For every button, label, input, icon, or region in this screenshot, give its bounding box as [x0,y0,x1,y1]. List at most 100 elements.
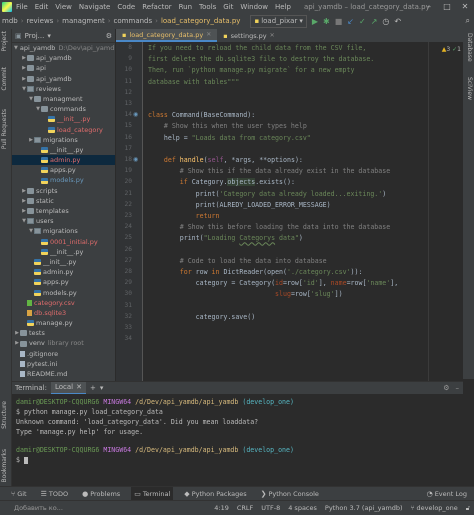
menu-item-run[interactable]: Run [179,3,192,11]
rollback-icon[interactable]: ↶ [394,17,401,26]
chevron-down-icon[interactable]: ▾ [100,384,104,392]
tree-item[interactable]: ▶ migrations [12,135,115,145]
tree-item[interactable]: apps.py [12,277,115,287]
stripe-database[interactable]: Database [466,33,473,62]
tree-item[interactable]: __init__.py [12,114,115,124]
git-branch[interactable]: ⑂ develop_one [411,504,458,512]
code-editor[interactable]: 8 9 10 11 12 13 14 15 16 17 18 19 20 21 22 23 24 25 26 27 28… [116,42,463,381]
tool-window-git[interactable]: ⑂ Git [8,487,30,501]
tool-window-python-packages[interactable]: ◆ Python Packages [181,487,249,501]
tree-item[interactable]: models.py [12,175,115,185]
file-encoding[interactable]: UTF-8 [261,504,280,512]
tree-item[interactable]: load_category [12,125,115,135]
stripe-project[interactable]: Project [1,31,8,52]
search-icon[interactable]: ⌕ [466,16,470,26]
minimize-icon[interactable]: – [420,0,438,13]
menu-item-refactor[interactable]: Refactor [142,3,171,11]
menu-item-help[interactable]: Help [275,3,291,11]
stripe-pull-requests[interactable]: Pull Requests [1,109,8,149]
chevron-down-icon[interactable]: ▾ [47,32,51,40]
cursor-position[interactable]: 4:19 [214,504,229,512]
menu-item-file[interactable]: File [16,3,28,11]
maximize-icon[interactable]: □ [438,0,456,13]
tool-window-python-console[interactable]: ❯ Python Console [258,487,322,501]
tree-item[interactable]: __init__.py [12,247,115,257]
git-commit-icon[interactable]: ✓ [359,17,366,26]
tree-item[interactable]: ▶ scripts [12,186,115,196]
tree-item[interactable]: ▶ api_yamdb [12,74,115,84]
breadcrumb-item[interactable]: reviews [25,17,56,25]
gear-icon[interactable]: ⚙ [443,384,449,392]
close-icon[interactable]: ✕ [270,30,275,42]
breadcrumb-item[interactable]: mdb [0,17,20,25]
minimize-panel-icon[interactable]: – [456,384,460,392]
tool-window-problems[interactable]: ● Problems [79,487,123,501]
tool-window-event-log[interactable]: ◔ Event Log [424,487,470,501]
tree-item[interactable]: db.sqlite3 [12,308,115,318]
debug-icon[interactable]: ✱ [323,17,330,26]
tree-item[interactable]: ▶ api [12,63,115,73]
stop-icon[interactable]: ■ [335,17,343,26]
git-push-icon[interactable]: ↗ [371,17,378,26]
tab-settings[interactable]: ▪ settings.py ✕ [217,30,280,42]
lock-icon[interactable]: 🔓︎ [466,504,470,513]
tree-item[interactable]: manage.py [12,318,115,328]
tree-item[interactable]: ▶ api_yamdb [12,53,115,63]
tree-item[interactable]: ▼ api_yamdb D:\Dev\api_yamdb [12,43,115,53]
indent-setting[interactable]: 4 spaces [288,504,317,512]
tab-load-category-data[interactable]: ▪ load_category_data.py ✕ [116,29,218,42]
stripe-commit[interactable]: Commit [1,67,8,91]
inspection-widget[interactable]: ▲3 ✓1 [442,46,461,53]
python-interpreter[interactable]: Python 3.7 (api_yamdb) [325,504,403,512]
menu-item-view[interactable]: View [55,3,72,11]
tree-item[interactable]: __init__.py [12,145,115,155]
project-panel-title[interactable]: Proj... [25,32,45,40]
tree-item[interactable]: ▶ templates [12,206,115,216]
tool-window-terminal[interactable]: ▭ Terminal [131,487,174,501]
stripe-structure[interactable]: Structure [1,401,8,429]
gear-icon[interactable]: ⚙ [106,32,112,40]
tree-item[interactable]: 0001_initial.py [12,237,115,247]
tree-item[interactable]: ▶ tests [12,328,115,338]
status-message[interactable]: Добавить ко... [14,504,63,512]
menu-item-code[interactable]: Code [117,3,135,11]
terminal-output[interactable]: damir@DESKTOP-CQQURG6 MINGW64 /d/Dev/api… [12,394,463,486]
tree-item[interactable]: ▼ users [12,216,115,226]
tool-window-todo[interactable]: ☰ TODO [38,487,72,501]
stripe-bookmarks[interactable]: Bookmarks [1,449,8,483]
menu-item-edit[interactable]: Edit [35,3,49,11]
menu-item-tools[interactable]: Tools [199,3,216,11]
tree-item[interactable]: ▼ reviews [12,84,115,94]
tree-item[interactable]: README.md [12,369,115,379]
tree-item[interactable]: ▼ commands [12,104,115,114]
tree-item[interactable]: apps.py [12,165,115,175]
run-config-selector[interactable]: ▪ load_pixar ▾ [250,14,307,28]
terminal-tab-local[interactable]: Local ✕ [50,381,86,395]
tree-item[interactable]: admin.py [12,267,115,277]
tree-item[interactable]: ▼ migrations [12,226,115,236]
tree-item[interactable]: admin.py [12,155,115,166]
override-icon[interactable]: ◉ [133,156,138,163]
terminal-input-line[interactable]: $ [16,456,28,464]
tree-item[interactable]: models.py [12,288,115,298]
menu-item-window[interactable]: Window [240,3,268,11]
menu-item-git[interactable]: Git [223,3,233,11]
git-update-icon[interactable]: ↙ [347,17,354,26]
tree-item[interactable]: category.csv [12,298,115,308]
tree-item[interactable]: __init__.py [12,257,115,267]
line-separator[interactable]: CRLF [237,504,253,512]
breadcrumb-item[interactable]: managment [60,17,107,25]
menu-item-navigate[interactable]: Navigate [79,3,110,11]
breadcrumb-item[interactable]: load_category_data.py [159,17,242,25]
stripe-sciview[interactable]: SciView [466,77,473,100]
tree-item[interactable]: pytest.ini [12,359,115,369]
close-icon[interactable]: ✕ [456,0,474,13]
history-icon[interactable]: ◷ [382,17,389,26]
tree-item[interactable]: .gitignore [12,349,115,359]
close-icon[interactable]: ✕ [76,382,82,393]
run-icon[interactable]: ▶ [312,17,318,26]
breadcrumb-item[interactable]: commands [112,17,155,25]
add-icon[interactable]: + [90,384,96,392]
tree-item[interactable]: ▶ static [12,196,115,206]
close-icon[interactable]: ✕ [206,29,211,41]
